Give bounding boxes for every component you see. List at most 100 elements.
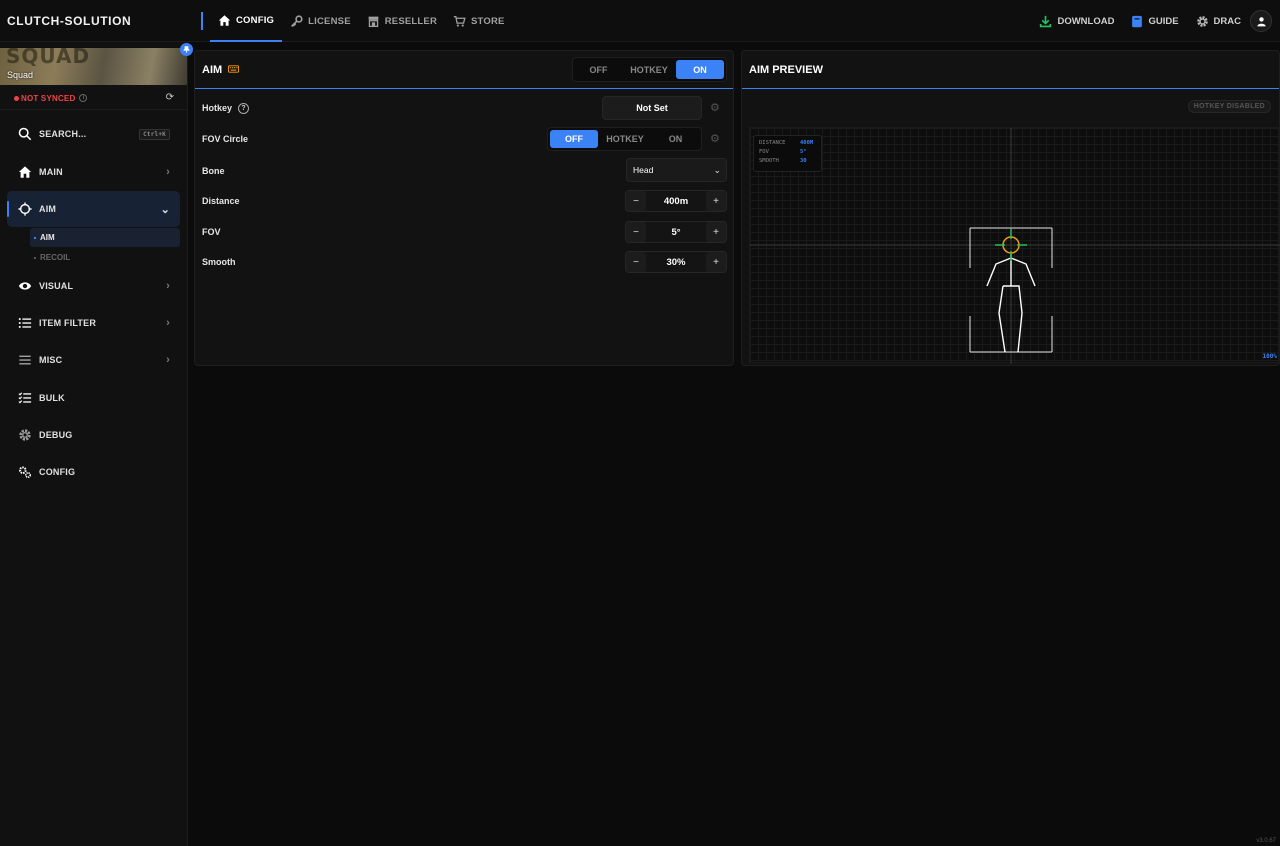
search-icon	[18, 127, 32, 141]
sidebar-item-debug[interactable]: DEBUG	[7, 417, 180, 453]
chevron-right-icon: ›	[166, 354, 170, 366]
preview-canvas: DISTANCE 400M FOV 5° SMOOTH 30 100%	[749, 127, 1280, 364]
refresh-icon[interactable]: ⟳	[166, 92, 174, 103]
chevron-right-icon: ›	[166, 166, 170, 178]
fov-circle-on[interactable]: ON	[652, 130, 699, 148]
gears-icon	[19, 466, 32, 479]
right-nav: DOWNLOAD GUIDE DRAC	[1039, 0, 1272, 42]
panel-title: AIM	[202, 64, 240, 76]
aim-panel: AIM OFF HOTKEY ON Hotkey? Not Set ⚙ FOV …	[194, 50, 734, 366]
minus-icon[interactable]: −	[626, 252, 646, 272]
nav-store-label: STORE	[471, 15, 505, 27]
crosshair-icon	[18, 202, 32, 216]
smooth-value[interactable]: 30%	[646, 257, 706, 268]
fov-circle-off[interactable]: OFF	[550, 130, 598, 148]
gear-icon	[1196, 15, 1208, 27]
sidebar-item-label: CONFIG	[39, 467, 76, 477]
sidebar-item-misc[interactable]: MISC ›	[7, 342, 180, 378]
chevron-right-icon: ›	[166, 317, 170, 329]
fov-stepper: − 5° +	[625, 221, 727, 243]
bullet	[34, 256, 36, 259]
bone-label: Bone	[202, 166, 225, 176]
zoom-level: 100%	[1262, 353, 1277, 360]
bone-value: Head	[633, 165, 654, 175]
nav-config-label: CONFIG	[236, 14, 275, 26]
nav-config[interactable]: CONFIG	[210, 0, 283, 42]
pin-icon[interactable]	[180, 43, 193, 56]
nav-reseller[interactable]: RESELLER	[359, 0, 445, 42]
sidebar-item-config[interactable]: CONFIG	[7, 454, 180, 490]
subitem-label: RECOIL	[40, 253, 71, 262]
gear-icon[interactable]: ⚙	[710, 101, 720, 114]
info-icon[interactable]: i	[79, 94, 88, 102]
nav-store[interactable]: STORE	[445, 0, 513, 42]
sidebar-search[interactable]: SEARCH... Ctrl+K	[7, 116, 180, 152]
hotkey-label: Hotkey	[202, 103, 233, 113]
fov-label: FOV	[202, 227, 221, 237]
distance-label: Distance	[202, 196, 240, 206]
nav-license-label: LICENSE	[308, 15, 351, 27]
top-bar: CLUTCH-SOLUTION CONFIG LICENSE RESELLER …	[0, 0, 1280, 42]
sync-status: NOT SYNCED i ⟳	[14, 92, 174, 104]
sidebar-item-aim[interactable]: AIM ⌄	[7, 191, 180, 227]
subitem-label: AIM	[40, 233, 55, 242]
search-label: SEARCH...	[39, 129, 87, 139]
sync-status-text: NOT SYNCED	[21, 93, 76, 103]
download-button[interactable]: DOWNLOAD	[1039, 15, 1114, 28]
sidebar-item-visual[interactable]: VISUAL ›	[7, 268, 180, 304]
aim-title: AIM	[202, 64, 223, 76]
fov-circle-hotkey[interactable]: HOTKEY	[598, 130, 652, 148]
eye-icon	[18, 282, 32, 290]
hotkey-disabled-badge: HOTKEY DISABLED	[1187, 100, 1271, 113]
sidebar-item-bulk[interactable]: BULK	[7, 380, 180, 416]
game-logo-text: SQUAD	[6, 48, 91, 68]
plus-icon[interactable]: +	[706, 191, 726, 211]
app-version: v3.0.67	[1256, 838, 1276, 844]
brand-title: CLUTCH-SOLUTION	[7, 14, 132, 28]
nav-license[interactable]: LICENSE	[282, 0, 359, 42]
sidebar-item-item-filter[interactable]: ITEM FILTER ›	[7, 305, 180, 341]
plus-icon[interactable]: +	[706, 252, 726, 272]
plus-icon[interactable]: +	[706, 222, 726, 242]
main-nav: CONFIG LICENSE RESELLER STORE	[210, 0, 513, 42]
help-icon[interactable]: ?	[238, 103, 250, 115]
sidebar-subitem-recoil[interactable]: RECOIL	[30, 248, 180, 267]
fov-value[interactable]: 5°	[646, 227, 706, 238]
guide-button[interactable]: GUIDE	[1131, 15, 1179, 28]
minus-icon[interactable]: −	[626, 191, 646, 211]
sidebar-item-main[interactable]: MAIN ›	[7, 154, 180, 190]
sidebar-item-label: AIM	[39, 204, 57, 214]
game-banner[interactable]: SQUAD Squad	[0, 48, 187, 85]
fov-circle-toggle: OFF HOTKEY ON	[547, 127, 702, 151]
sidebar-item-label: MAIN	[39, 167, 63, 177]
smooth-label: Smooth	[202, 257, 236, 267]
book-icon	[1132, 15, 1143, 27]
aim-preview-panel: AIM PREVIEW HOTKEY DISABLED DISTANCE 400M…	[741, 50, 1280, 366]
chevron-down-icon: ⌄	[160, 203, 170, 216]
game-name: Squad	[7, 70, 34, 80]
nav-reseller-label: RESELLER	[384, 15, 438, 27]
user-name: DRAC	[1213, 15, 1241, 27]
keyboard-icon	[228, 65, 240, 73]
aim-mode-off[interactable]: OFF	[575, 60, 622, 79]
preview-panel-header: AIM PREVIEW	[742, 51, 1279, 89]
key-icon	[291, 14, 303, 27]
gear-icon	[19, 429, 31, 441]
avatar[interactable]	[1250, 10, 1272, 32]
download-icon	[1040, 15, 1052, 27]
aim-mode-on[interactable]: ON	[676, 60, 724, 79]
distance-value[interactable]: 400m	[646, 196, 706, 207]
hotkey-bind-button[interactable]: Not Set	[602, 96, 702, 120]
aim-mode-hotkey[interactable]: HOTKEY	[622, 60, 676, 79]
sidebar-item-label: DEBUG	[39, 430, 73, 440]
bone-select[interactable]: Head ⌄	[626, 158, 727, 182]
sidebar: SQUAD Squad NOT SYNCED i ⟳ SEARCH... Ctr…	[0, 42, 193, 846]
top-divider	[201, 12, 203, 30]
home-icon	[18, 166, 32, 178]
sidebar-subitem-aim[interactable]: AIM	[30, 228, 180, 247]
gear-icon[interactable]: ⚙	[710, 132, 720, 145]
chevron-right-icon: ›	[166, 280, 170, 292]
user-menu[interactable]: DRAC	[1196, 15, 1241, 28]
cart-icon	[453, 15, 466, 27]
minus-icon[interactable]: −	[626, 222, 646, 242]
